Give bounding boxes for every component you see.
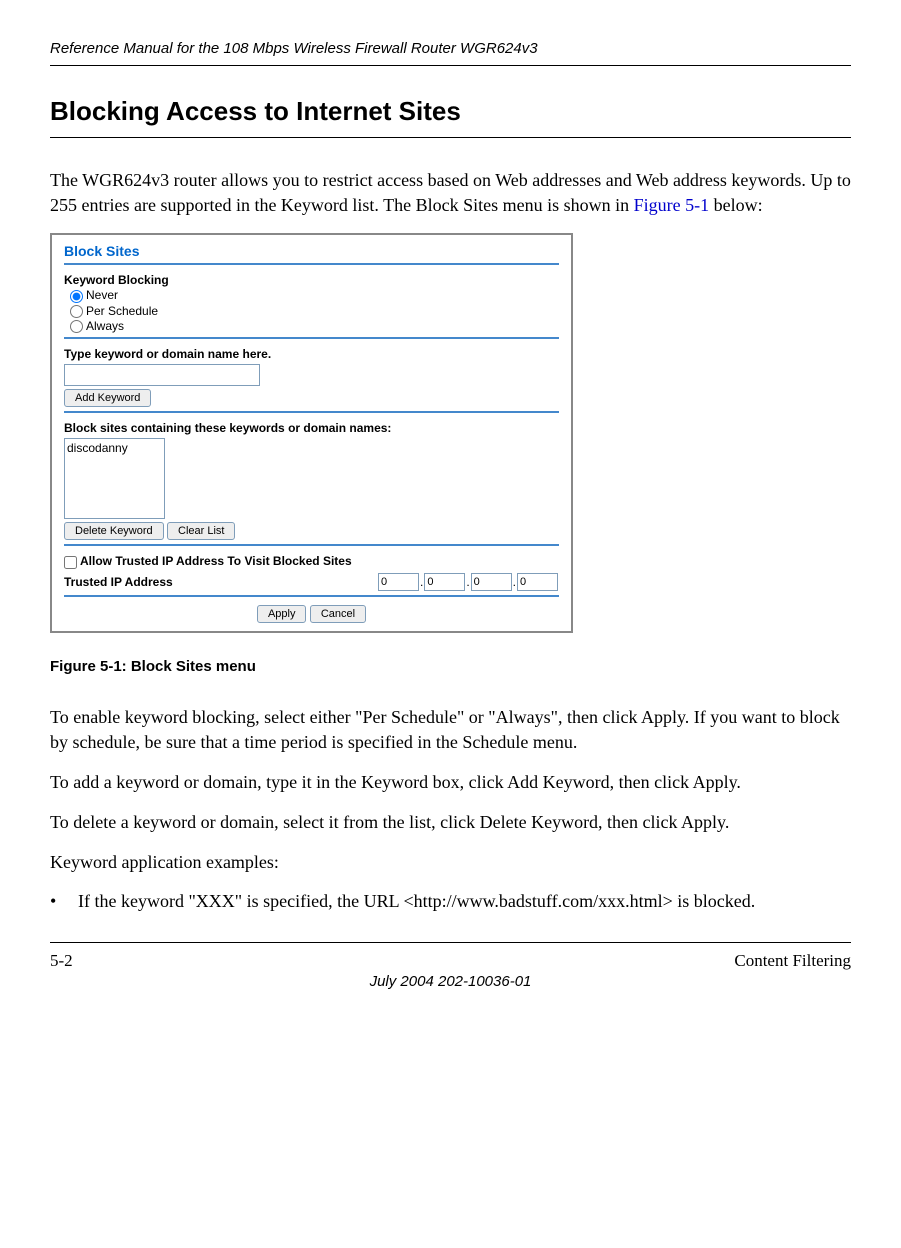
intro-paragraph: The WGR624v3 router allows you to restri… [50, 168, 851, 218]
paragraph-3: To delete a keyword or domain, select it… [50, 810, 851, 835]
paragraph-4: Keyword application examples: [50, 850, 851, 875]
list-item[interactable]: discodanny [67, 441, 162, 455]
footer-date: July 2004 202-10036-01 [50, 973, 851, 990]
keyword-input[interactable] [64, 364, 260, 386]
clear-list-button[interactable]: Clear List [167, 522, 235, 540]
document-header: Reference Manual for the 108 Mbps Wirele… [50, 40, 851, 66]
add-keyword-button[interactable]: Add Keyword [64, 389, 151, 407]
page-number: 5-2 [50, 951, 73, 971]
intro-text-after: below: [709, 195, 763, 215]
panel-title: Block Sites [64, 243, 559, 259]
radio-never[interactable] [70, 290, 83, 303]
cancel-button[interactable]: Cancel [310, 605, 366, 623]
allow-trusted-checkbox[interactable] [64, 556, 77, 569]
ip-octet-3[interactable] [471, 573, 512, 591]
page-footer: 5-2 Content Filtering [50, 942, 851, 971]
radio-always-row[interactable]: Always [70, 319, 559, 333]
bullet-marker: • [50, 891, 78, 912]
type-keyword-label: Type keyword or domain name here. [64, 347, 559, 361]
divider [64, 337, 559, 339]
figure-link[interactable]: Figure 5-1 [634, 195, 710, 215]
apply-button[interactable]: Apply [257, 605, 307, 623]
section-heading: Blocking Access to Internet Sites [50, 96, 851, 138]
radio-per-schedule-row[interactable]: Per Schedule [70, 304, 559, 318]
ip-octet-4[interactable] [517, 573, 558, 591]
radio-per-schedule[interactable] [70, 305, 83, 318]
paragraph-1: To enable keyword blocking, select eithe… [50, 705, 851, 755]
allow-trusted-row[interactable]: Allow Trusted IP Address To Visit Blocke… [64, 554, 559, 568]
bullet-text: If the keyword "XXX" is specified, the U… [78, 891, 755, 912]
ip-octet-1[interactable] [378, 573, 419, 591]
ip-octet-2[interactable] [424, 573, 465, 591]
radio-always-label: Always [86, 319, 124, 333]
divider [64, 595, 559, 597]
keyword-blocking-label: Keyword Blocking [64, 273, 559, 287]
radio-never-row[interactable]: Never [70, 288, 559, 302]
trusted-ip-row: Trusted IP Address ... [64, 573, 559, 591]
action-buttons: Apply Cancel [64, 605, 559, 623]
keyword-listbox[interactable]: discodanny [64, 438, 165, 519]
divider [64, 411, 559, 413]
figure-caption: Figure 5-1: Block Sites menu [50, 658, 851, 675]
footer-section: Content Filtering [734, 951, 851, 971]
radio-never-label: Never [86, 288, 118, 302]
divider [64, 544, 559, 546]
radio-per-schedule-label: Per Schedule [86, 304, 158, 318]
block-sites-screenshot: Block Sites Keyword Blocking Never Per S… [50, 233, 573, 632]
bullet-item: • If the keyword "XXX" is specified, the… [50, 891, 851, 912]
delete-keyword-button[interactable]: Delete Keyword [64, 522, 164, 540]
radio-always[interactable] [70, 320, 83, 333]
allow-trusted-label: Allow Trusted IP Address To Visit Blocke… [80, 554, 352, 568]
trusted-ip-label: Trusted IP Address [64, 575, 377, 589]
paragraph-2: To add a keyword or domain, type it in t… [50, 770, 851, 795]
block-sites-containing-label: Block sites containing these keywords or… [64, 421, 559, 435]
divider [64, 263, 559, 265]
